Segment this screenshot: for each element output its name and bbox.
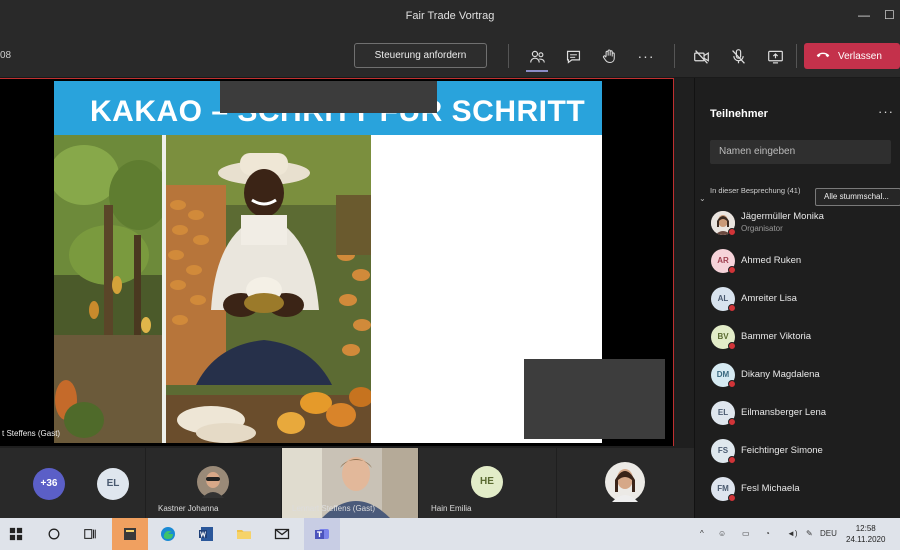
- participant-name: Dikany Magdalena: [741, 369, 820, 380]
- participant-name: Fesl Michaela: [741, 483, 800, 494]
- chat-icon[interactable]: [562, 45, 584, 67]
- participant-role: Organisator: [741, 224, 783, 233]
- leave-button[interactable]: Verlassen: [804, 43, 900, 69]
- presence-badge: [728, 266, 736, 274]
- people-icon[interactable]: ☺: [718, 529, 726, 538]
- microphone-off-icon[interactable]: [727, 45, 749, 67]
- search-icon[interactable]: [42, 522, 66, 546]
- mail-icon[interactable]: [270, 522, 294, 546]
- camera-off-icon[interactable]: [690, 45, 712, 67]
- avatar: [197, 466, 229, 498]
- shared-screen-frame: KAKAO – SCHRITT FÜR SCHRITT: [0, 78, 674, 446]
- raise-hand-icon[interactable]: [598, 45, 620, 67]
- participant-item[interactable]: FM Fesl Michaela: [695, 476, 900, 506]
- participant-item[interactable]: EL Eilmansberger Lena: [695, 400, 900, 430]
- participant-name: Eilmansberger Lena: [741, 407, 827, 418]
- window-title-bar: Fair Trade Vortrag — ☐: [0, 0, 900, 36]
- presenter-toolbar-overlay: [220, 81, 437, 113]
- network-icon[interactable]: ◔: [765, 529, 770, 538]
- participant-item[interactable]: BV Bammer Viktoria: [695, 324, 900, 354]
- clock-time: 12:58: [855, 524, 876, 533]
- participant-name: Amreiter Lisa: [741, 293, 797, 304]
- teams-icon[interactable]: [310, 522, 334, 546]
- file-explorer-icon[interactable]: [232, 522, 256, 546]
- chevron-up-icon[interactable]: ^: [700, 529, 704, 538]
- farmer-with-cacao-photo: [166, 135, 371, 443]
- mute-all-button[interactable]: Alle stummschal...: [815, 188, 900, 206]
- participant-name: Kastner Johanna: [158, 504, 219, 513]
- language-indicator[interactable]: DEU: [820, 529, 837, 538]
- window-title: Fair Trade Vortrag: [405, 10, 495, 22]
- participant-tile[interactable]: [557, 448, 694, 518]
- battery-icon[interactable]: ▭: [742, 529, 750, 538]
- video-tile[interactable]: Lennart Steffens (Gast): [282, 448, 418, 518]
- participant-video-strip: +36 EL Kastner Johanna Lennart Steffens …: [0, 448, 694, 518]
- task-view-icon[interactable]: [78, 522, 102, 546]
- participants-panel: Teilnehmer ··· Namen eingeben ⌄ In diese…: [694, 78, 900, 518]
- avatar[interactable]: EL: [97, 468, 129, 500]
- active-tab-indicator: [526, 70, 548, 72]
- chevron-down-icon[interactable]: ⌄: [699, 194, 706, 203]
- participant-name: Hain Emilia: [431, 504, 472, 513]
- overflow-tile[interactable]: +36 EL: [0, 448, 145, 518]
- participants-icon[interactable]: [526, 45, 548, 67]
- participant-item[interactable]: Jägermüller Monika Organisator: [695, 210, 900, 240]
- presence-badge: [728, 494, 736, 502]
- minimize-icon[interactable]: —: [858, 8, 870, 22]
- toolbar-divider: [508, 44, 509, 68]
- clock[interactable]: 12:58 24.11.2020: [846, 523, 885, 545]
- participant-item[interactable]: AL Amreiter Lisa: [695, 286, 900, 316]
- toolbar-divider: [796, 44, 797, 68]
- request-control-button[interactable]: Steuerung anfordern: [354, 43, 487, 68]
- meeting-timer: 08: [0, 50, 12, 61]
- leave-label: Verlassen: [838, 50, 882, 62]
- more-options-icon[interactable]: ···: [635, 45, 657, 67]
- cacao-tree-photo: [54, 135, 166, 443]
- presence-badge: [728, 342, 736, 350]
- participant-search-input[interactable]: Namen eingeben: [710, 140, 891, 164]
- self-view-tile: [524, 359, 665, 439]
- overflow-count-badge[interactable]: +36: [33, 468, 65, 500]
- share-screen-icon[interactable]: [764, 45, 786, 67]
- hang-up-icon: [816, 50, 830, 62]
- presence-badge: [728, 418, 736, 426]
- meeting-toolbar: 08 Steuerung anfordern ··· Verlassen: [0, 36, 900, 78]
- participant-name: Bammer Viktoria: [741, 331, 812, 342]
- windows-start-icon[interactable]: [4, 522, 28, 546]
- participant-tile[interactable]: HE Hain Emilia: [419, 448, 556, 518]
- pen-icon[interactable]: ✎: [806, 529, 813, 538]
- in-meeting-section-label[interactable]: In dieser Besprechung (41): [710, 186, 810, 196]
- windows-taskbar: ^ ☺ ▭ ◔ ◄) ✎ DEU 12:58 24.11.2020: [0, 518, 900, 550]
- avatar: HE: [471, 466, 503, 498]
- presence-badge: [728, 304, 736, 312]
- meeting-stage: KAKAO – SCHRITT FÜR SCHRITT: [0, 78, 690, 448]
- participant-name: Lennart Steffens (Gast): [292, 504, 376, 513]
- presence-badge: [728, 228, 736, 236]
- participant-item[interactable]: DM Dikany Magdalena: [695, 362, 900, 392]
- presentation-slide: KAKAO – SCHRITT FÜR SCHRITT: [54, 81, 602, 443]
- participant-name: Feichtinger Simone: [741, 445, 823, 456]
- presence-badge: [728, 380, 736, 388]
- participant-name: Ahmed Ruken: [741, 255, 802, 266]
- volume-icon[interactable]: ◄): [787, 529, 798, 538]
- edge-browser-icon[interactable]: [156, 522, 180, 546]
- participant-item[interactable]: FS Feichtinger Simone: [695, 438, 900, 468]
- participant-name: Jägermüller Monika: [741, 211, 824, 222]
- word-icon[interactable]: [194, 522, 218, 546]
- panel-title: Teilnehmer: [710, 108, 768, 120]
- presence-badge: [728, 456, 736, 464]
- sticky-notes-icon[interactable]: [118, 522, 142, 546]
- panel-more-icon[interactable]: ···: [878, 104, 894, 119]
- clock-date: 24.11.2020: [846, 535, 886, 544]
- presenter-name: t Steffens (Gast): [2, 429, 61, 438]
- toolbar-divider: [674, 44, 675, 68]
- avatar: [605, 462, 645, 502]
- maximize-icon[interactable]: ☐: [884, 8, 895, 22]
- participant-item[interactable]: AR Ahmed Ruken: [695, 248, 900, 278]
- participant-tile[interactable]: Kastner Johanna: [146, 448, 281, 518]
